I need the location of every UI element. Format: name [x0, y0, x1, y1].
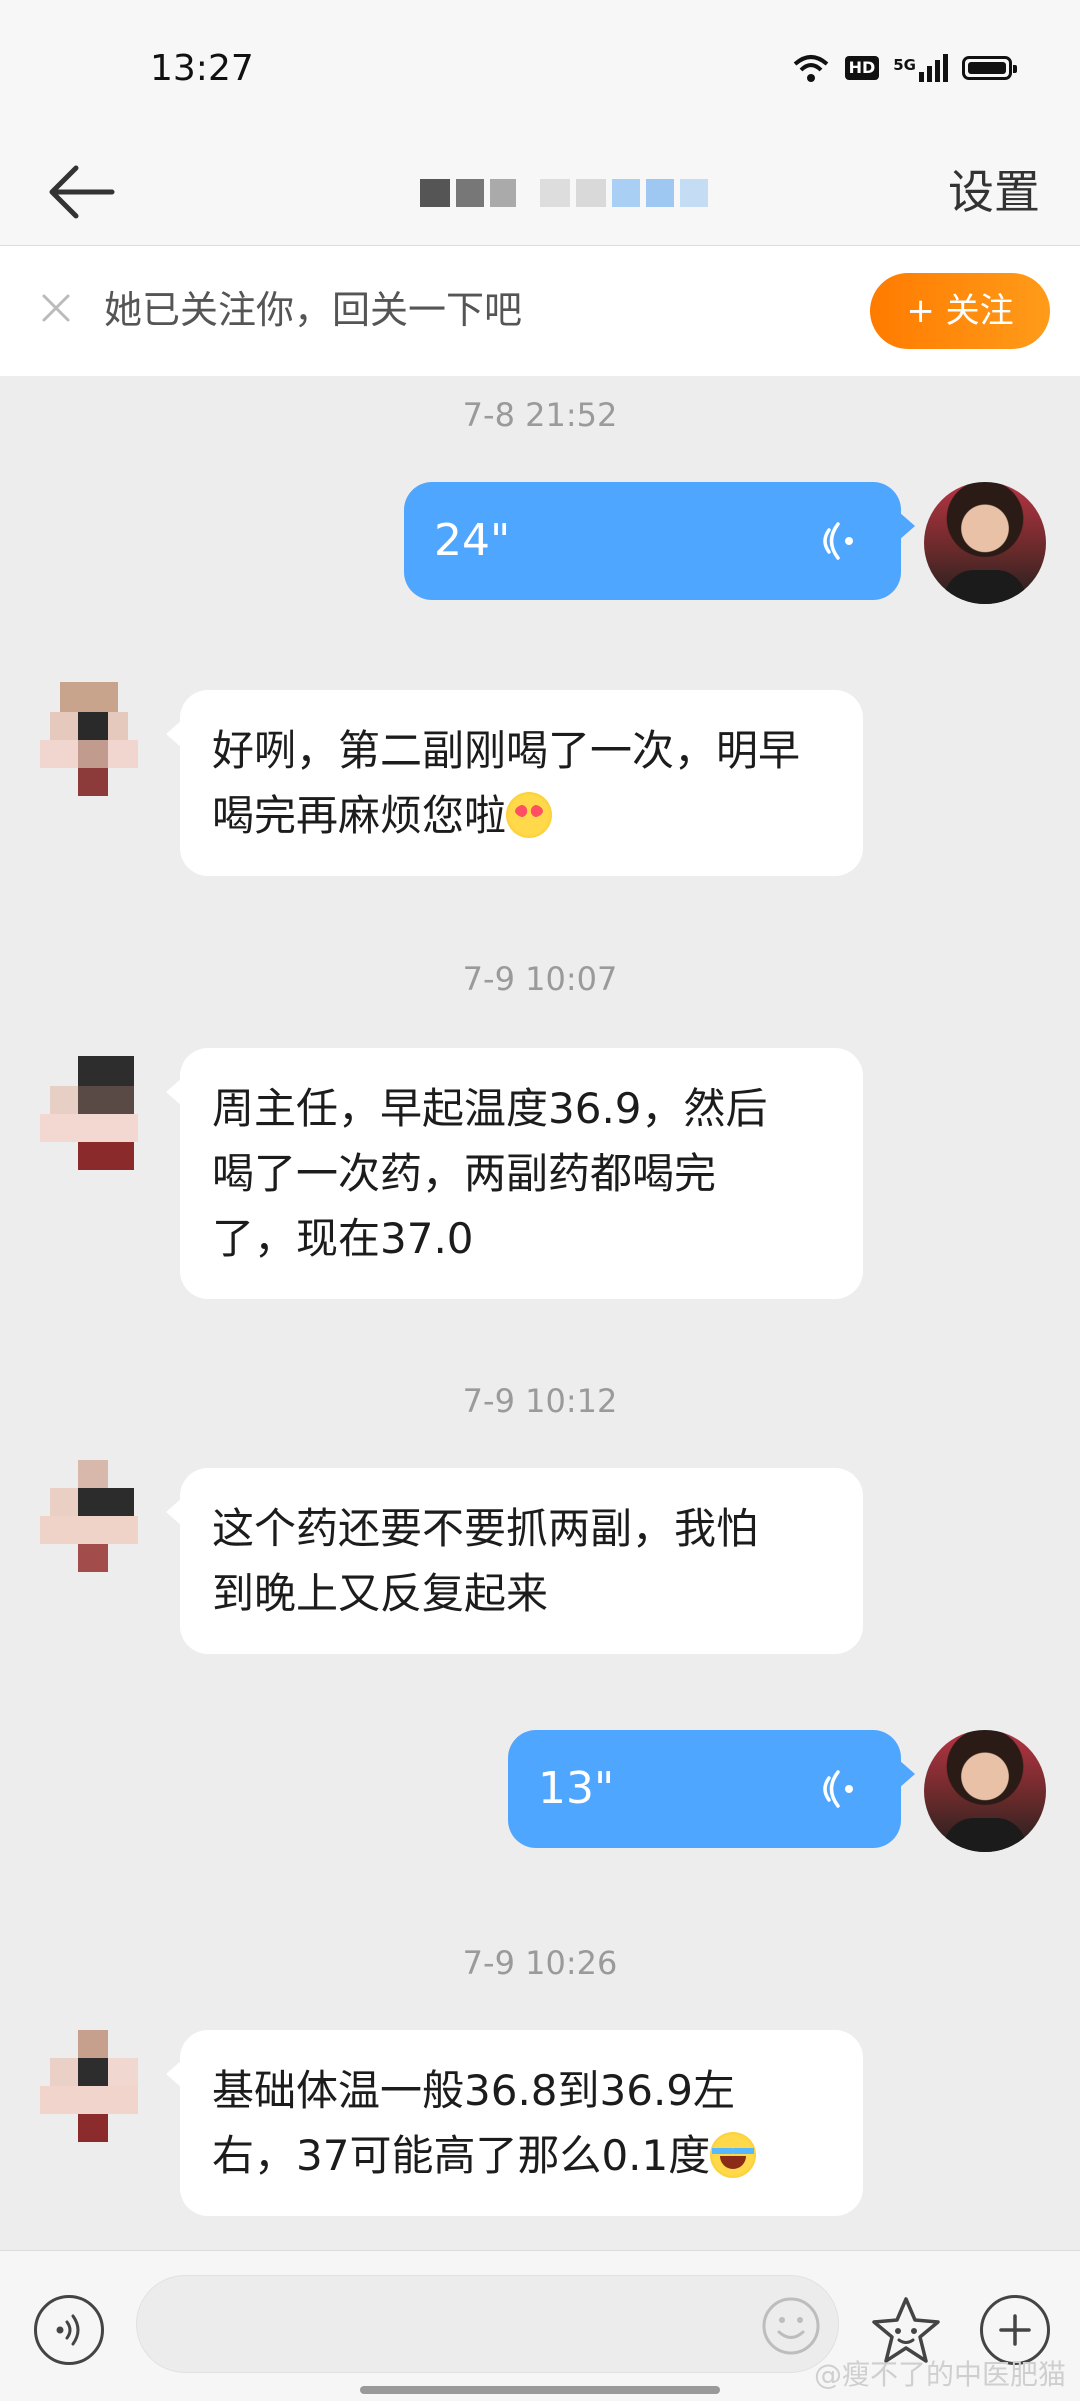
network-label: 5G	[893, 56, 916, 74]
hd-icon: HD	[844, 56, 880, 80]
status-bar: 13:27 HD 5G	[0, 0, 1080, 140]
follow-prompt-text: 她已关注你，回关一下吧	[104, 288, 523, 332]
close-follow-prompt-button[interactable]	[30, 282, 82, 334]
message-bubble[interactable]: 这个药还要不要抓两副，我怕 到晚上又反复起来	[166, 1468, 863, 1654]
voice-duration: 13"	[538, 1763, 615, 1814]
back-button[interactable]	[40, 150, 125, 235]
message-text: 好咧，第二副刚喝了一次，明早喝完再麻烦您啦	[212, 726, 801, 840]
my-avatar[interactable]	[924, 1730, 1046, 1852]
voice-message-bubble[interactable]: 13"	[508, 1730, 915, 1848]
5g-signal-icon: 5G	[893, 54, 948, 82]
voice-mode-icon	[56, 2314, 80, 2346]
contact-avatar[interactable]	[20, 1460, 160, 1580]
watermark: @瘦不了的中医肥猫	[813, 2358, 1066, 2391]
message-line: 了，现在37.0	[212, 1214, 474, 1263]
message-line: 基础体温一般36.8到36.9左	[212, 2066, 736, 2115]
message-timestamp: 7-9 10:07	[462, 960, 618, 998]
message-line-text: 右，37可能高了那么0.1度	[212, 2131, 711, 2180]
home-indicator[interactable]	[360, 2386, 720, 2394]
status-time: 13:27	[150, 48, 254, 89]
voice-duration: 24"	[434, 515, 511, 566]
follow-prompt-bar: 她已关注你，回关一下吧 + 关注	[0, 246, 1080, 376]
contact-avatar[interactable]	[20, 1056, 160, 1176]
voice-mode-button[interactable]	[34, 2295, 104, 2365]
status-icons: HD 5G	[791, 52, 1017, 84]
message-bubble[interactable]: 周主任，早起温度36.9，然后 喝了一次药，两副药都喝完 了，现在37.0	[166, 1048, 863, 1299]
emoji-button[interactable]	[760, 2295, 822, 2357]
message-timestamp: 7-8 21:52	[462, 396, 618, 434]
contact-avatar[interactable]	[20, 2030, 160, 2150]
smile-icon	[762, 2297, 820, 2355]
message-timestamp: 7-9 10:26	[462, 1944, 618, 1982]
message-timestamp: 7-9 10:12	[462, 1382, 618, 1420]
chat-header: 设置	[0, 140, 1080, 246]
voice-wave-icon	[823, 1770, 853, 1808]
contact-name-redacted	[420, 168, 708, 218]
message-line: 右，37可能高了那么0.1度	[212, 2123, 831, 2188]
arrow-left-icon	[49, 165, 115, 219]
laugh-emoji	[710, 2132, 757, 2178]
contact-avatar[interactable]	[20, 682, 160, 802]
my-avatar[interactable]	[924, 482, 1046, 604]
message-bubble[interactable]: 基础体温一般36.8到36.9左 右，37可能高了那么0.1度	[166, 2030, 863, 2216]
message-input[interactable]	[136, 2275, 839, 2373]
follow-back-button[interactable]: + 关注	[870, 273, 1050, 349]
message-line: 周主任，早起温度36.9，然后	[212, 1084, 768, 1133]
message-bubble[interactable]: 好咧，第二副刚喝了一次，明早喝完再麻烦您啦	[166, 690, 863, 876]
message-line: 喝了一次药，两副药都喝完	[212, 1149, 717, 1198]
settings-button[interactable]: 设置	[948, 152, 1040, 232]
battery-icon	[962, 56, 1017, 80]
message-line: 这个药还要不要抓两副，我怕	[212, 1504, 759, 1553]
wifi-icon	[793, 55, 828, 82]
message-line: 到晚上又反复起来	[212, 1569, 549, 1618]
voice-message-bubble[interactable]: 24"	[404, 482, 915, 600]
voice-wave-icon	[823, 522, 853, 560]
kiss-emoji	[506, 792, 553, 838]
close-icon	[42, 294, 70, 322]
